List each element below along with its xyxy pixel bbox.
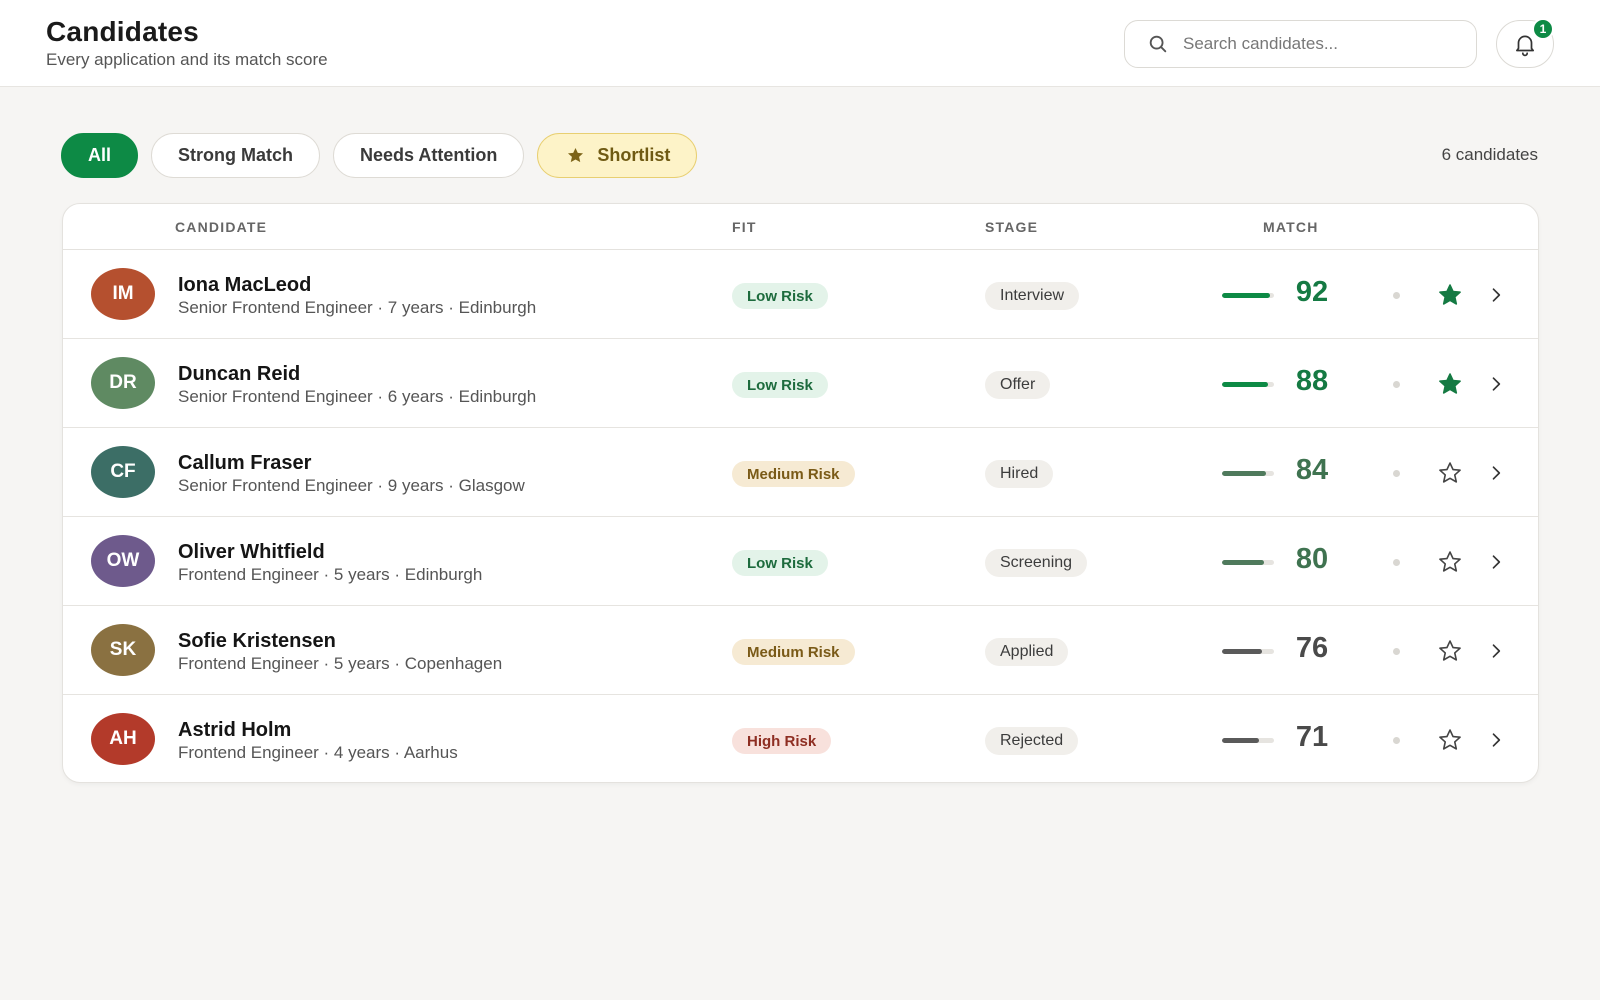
match-score: 76 (1295, 632, 1329, 664)
fit-badge: Medium Risk (732, 461, 855, 487)
match-bar-fill (1222, 471, 1266, 476)
search-input[interactable] (1183, 34, 1463, 54)
stage-badge: Hired (985, 460, 1054, 488)
chevron-right-icon[interactable] (1486, 730, 1506, 750)
stage-badge: Screening (985, 549, 1088, 577)
match-bar (1222, 649, 1274, 654)
candidate-meta: Frontend Engineer · 4 years · Aarhus (178, 743, 458, 762)
candidate-meta: Senior Frontend Engineer · 7 years · Edi… (178, 298, 537, 317)
match-score: 80 (1295, 543, 1329, 575)
table-row[interactable]: CF Callum Fraser Senior Frontend Enginee… (63, 428, 1538, 517)
filter-all[interactable]: All (61, 133, 139, 178)
avatar: DR (91, 357, 155, 409)
filter-shortlist-label: Shortlist (597, 145, 671, 165)
page-title: Candidates (46, 16, 199, 47)
status-dot (1393, 648, 1400, 655)
fit-badge: Low Risk (732, 372, 828, 398)
avatar: OW (91, 535, 155, 587)
match-score: 71 (1295, 721, 1329, 753)
table-body: IM Iona MacLeod Senior Frontend Engineer… (63, 250, 1538, 782)
shortlist-star-icon[interactable] (1437, 371, 1463, 397)
column-match[interactable]: MATCH (1263, 219, 1319, 235)
candidate-name[interactable]: Oliver Whitfield (178, 541, 325, 564)
filter-strong-match[interactable]: Strong Match (151, 133, 321, 178)
search-icon (1149, 35, 1167, 53)
candidate-name[interactable]: Iona MacLeod (178, 274, 311, 297)
chevron-right-icon[interactable] (1486, 463, 1506, 483)
table-header: CANDIDATE FIT STAGE MATCH (63, 204, 1538, 250)
status-dot (1393, 292, 1400, 299)
notifications-button[interactable]: 1 (1496, 18, 1554, 68)
match-bar (1222, 471, 1274, 476)
avatar: IM (91, 268, 155, 320)
top-bar: Candidates Every application and its mat… (0, 0, 1600, 87)
filter-needs-attention[interactable]: Needs Attention (333, 133, 525, 178)
stage-badge: Rejected (985, 727, 1079, 755)
page-subtitle: Every application and its match score (46, 50, 328, 69)
status-dot (1393, 737, 1400, 744)
fit-badge: Medium Risk (732, 639, 855, 665)
match-bar-fill (1222, 382, 1268, 387)
status-dot (1393, 470, 1400, 477)
shortlist-star-icon[interactable] (1437, 727, 1463, 753)
candidate-meta: Senior Frontend Engineer · 6 years · Edi… (178, 387, 537, 406)
shortlist-star-icon[interactable] (1437, 549, 1463, 575)
notification-count-badge: 1 (1532, 18, 1554, 40)
candidates-table: CANDIDATE FIT STAGE MATCH IM Iona MacLeo… (62, 203, 1539, 783)
shortlist-star-icon[interactable] (1437, 282, 1463, 308)
candidate-meta: Frontend Engineer · 5 years · Edinburgh (178, 565, 483, 584)
shortlist-star-icon[interactable] (1437, 460, 1463, 486)
match-bar (1222, 293, 1274, 298)
match-bar-fill (1222, 560, 1264, 565)
candidate-meta: Frontend Engineer · 5 years · Copenhagen (178, 654, 503, 673)
match-score: 88 (1295, 365, 1329, 397)
candidate-count: 6 candidates (1441, 145, 1538, 164)
chevron-right-icon[interactable] (1486, 552, 1506, 572)
chevron-right-icon[interactable] (1486, 374, 1506, 394)
shortlist-star-icon[interactable] (1437, 638, 1463, 664)
match-bar-fill (1222, 649, 1262, 654)
stage-badge: Interview (985, 282, 1080, 310)
column-stage: STAGE (985, 219, 1039, 235)
candidate-name[interactable]: Callum Fraser (178, 452, 311, 475)
match-score: 84 (1295, 454, 1329, 486)
table-row[interactable]: OW Oliver Whitfield Frontend Engineer · … (63, 517, 1538, 606)
candidate-name[interactable]: Duncan Reid (178, 363, 300, 386)
status-dot (1393, 559, 1400, 566)
fit-badge: High Risk (732, 728, 832, 754)
match-bar (1222, 382, 1274, 387)
table-row[interactable]: DR Duncan Reid Senior Frontend Engineer … (63, 339, 1538, 428)
match-bar-fill (1222, 293, 1270, 298)
search-box[interactable] (1124, 20, 1477, 68)
candidate-name[interactable]: Sofie Kristensen (178, 630, 336, 653)
fit-badge: Low Risk (732, 283, 828, 309)
match-bar (1222, 738, 1274, 743)
match-bar (1222, 560, 1274, 565)
table-row[interactable]: IM Iona MacLeod Senior Frontend Engineer… (63, 250, 1538, 339)
table-row[interactable]: SK Sofie Kristensen Frontend Engineer · … (63, 606, 1538, 695)
chevron-right-icon[interactable] (1486, 285, 1506, 305)
chevron-right-icon[interactable] (1486, 641, 1506, 661)
column-fit: FIT (732, 219, 757, 235)
table-row[interactable]: AH Astrid Holm Frontend Engineer · 4 yea… (63, 695, 1538, 782)
avatar: CF (91, 446, 155, 498)
avatar: SK (91, 624, 155, 676)
avatar: AH (91, 713, 155, 765)
fit-badge: Low Risk (732, 550, 828, 576)
column-candidate: CANDIDATE (175, 219, 268, 235)
match-score: 92 (1295, 276, 1329, 308)
status-dot (1393, 381, 1400, 388)
star-icon (568, 147, 584, 163)
filter-shortlist[interactable]: Shortlist (537, 133, 698, 178)
stage-badge: Applied (985, 638, 1069, 666)
candidate-meta: Senior Frontend Engineer · 9 years · Gla… (178, 476, 525, 495)
stage-badge: Offer (985, 371, 1051, 399)
filter-chips: All Strong Match Needs Attention Shortli… (61, 133, 698, 178)
candidate-name[interactable]: Astrid Holm (178, 719, 291, 742)
match-bar-fill (1222, 738, 1259, 743)
